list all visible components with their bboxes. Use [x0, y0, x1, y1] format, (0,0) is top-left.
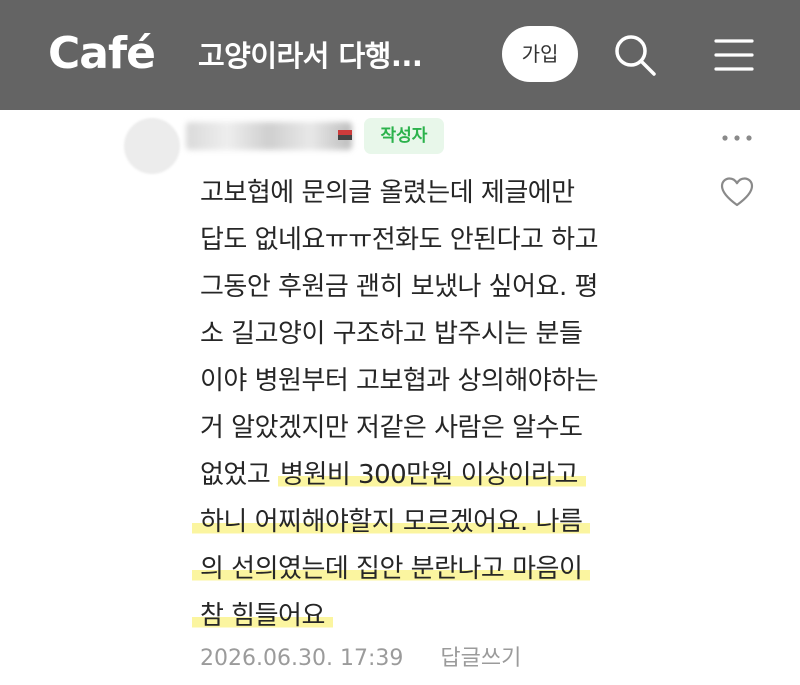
comment-line: 그동안 후원금 괜히 보냈나 싶어요. 평	[200, 272, 598, 302]
comment-line-text: 없었고	[200, 460, 279, 490]
highlighted-text: 하니 어찌해야할지 모르겠어요. 나름	[192, 507, 591, 537]
comment-line: 고보협에 문의글 올렸는데 제글에만	[200, 178, 575, 208]
highlighted-text: 병원비 300만원 이상이라고	[278, 460, 586, 490]
comment-line: 하니 어찌해야할지 모르겠어요. 나름	[192, 499, 720, 546]
nickname-flag-icon	[338, 130, 352, 140]
comment-text: 고보협에 문의글 올렸는데 제글에만 답도 없네요ㅠㅠ전화도 안된다고 하고 그…	[192, 170, 720, 640]
more-icon[interactable]	[720, 132, 754, 144]
reply-button[interactable]: 답글쓰기	[440, 646, 521, 671]
comment-line: 없었고 병원비 300만원 이상이라고	[200, 452, 720, 499]
cafe-logo[interactable]: Café	[48, 26, 156, 82]
join-button[interactable]: 가입	[502, 26, 578, 82]
comment-timestamp: 2026.06.30. 17:39	[200, 646, 404, 671]
avatar[interactable]	[124, 118, 180, 174]
app-header: Café 고양이라서 다행... 가입	[0, 0, 800, 110]
highlighted-text: 의 선의였는데 집안 분란나고 마음이	[192, 554, 591, 584]
comment-line: 소 길고양이 구조하고 밥주시는 분들	[200, 319, 583, 349]
menu-icon[interactable]	[714, 36, 754, 74]
highlighted-text: 참 힘들어요	[192, 601, 333, 631]
comment-item: 작성자 고보협에 문의글 올렸는데 제글에만 답도 없네요ㅠㅠ전화도 안된다고 …	[0, 110, 800, 685]
comment-line: 거 알았겠지만 저같은 사람은 알수도	[200, 413, 583, 443]
comment-line: 참 힘들어요	[192, 593, 720, 640]
search-icon[interactable]	[612, 32, 658, 78]
comment-line: 의 선의였는데 집안 분란나고 마음이	[192, 546, 720, 593]
heart-icon[interactable]	[720, 176, 754, 208]
comment-line: 이야 병원부터 고보협과 상의해야하는	[200, 366, 599, 396]
author-nickname-blurred[interactable]	[186, 122, 352, 150]
cafe-title[interactable]: 고양이라서 다행...	[198, 36, 423, 76]
comment-meta: 2026.06.30. 17:39 답글쓰기	[200, 644, 521, 674]
author-badge: 작성자	[364, 118, 444, 154]
comment-line: 답도 없네요ㅠㅠ전화도 안된다고 하고	[200, 225, 599, 255]
